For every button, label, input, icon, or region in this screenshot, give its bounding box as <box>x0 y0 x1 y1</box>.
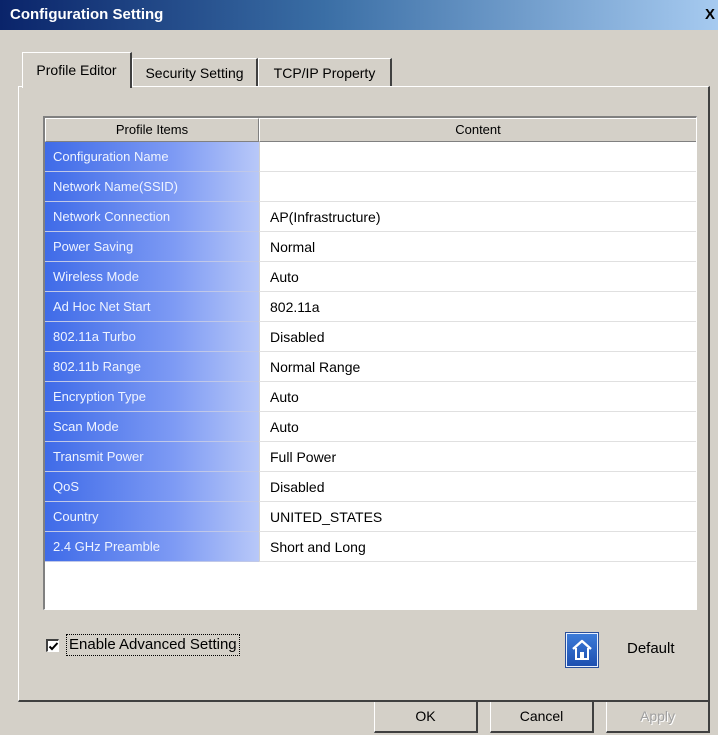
profile-item-cell: Power Saving <box>45 232 259 262</box>
table-row[interactable]: QoS Disabled <box>45 472 696 502</box>
tab-tcpip-property[interactable]: TCP/IP Property <box>258 58 392 86</box>
profile-item-cell: 802.11b Range <box>45 352 259 382</box>
home-icon <box>572 639 592 660</box>
content-cell[interactable]: AP(Infrastructure) <box>259 202 696 232</box>
window-title: Configuration Setting <box>10 6 164 23</box>
content-cell[interactable]: Auto <box>259 382 696 412</box>
column-header-content[interactable]: Content <box>259 118 696 142</box>
enable-advanced-checkbox[interactable] <box>46 639 59 652</box>
profile-item-cell: Wireless Mode <box>45 262 259 292</box>
content-cell[interactable]: Disabled <box>259 322 696 352</box>
table-row[interactable]: Network Connection AP(Infrastructure) <box>45 202 696 232</box>
profile-item-cell: 2.4 GHz Preamble <box>45 532 259 562</box>
table-row[interactable]: Wireless Mode Auto <box>45 262 696 292</box>
profile-item-cell: 802.11a Turbo <box>45 322 259 352</box>
profile-item-cell: Country <box>45 502 259 532</box>
cancel-button[interactable]: Cancel <box>490 701 594 733</box>
profile-item-cell: Ad Hoc Net Start <box>45 292 259 322</box>
content-cell[interactable]: UNITED_STATES <box>259 502 696 532</box>
table-row[interactable]: 802.11b Range Normal Range <box>45 352 696 382</box>
table-row[interactable]: Power Saving Normal <box>45 232 696 262</box>
table-row[interactable]: Network Name(SSID) <box>45 172 696 202</box>
profile-item-cell: Network Connection <box>45 202 259 232</box>
table-row[interactable]: Configuration Name <box>45 142 696 172</box>
ok-button[interactable]: OK <box>374 701 478 733</box>
checkmark-icon <box>48 642 59 651</box>
enable-advanced-label[interactable]: Enable Advanced Setting <box>66 634 240 656</box>
profile-item-cell: Encryption Type <box>45 382 259 412</box>
content-cell[interactable] <box>259 142 696 172</box>
column-header-profile-items[interactable]: Profile Items <box>45 118 259 142</box>
table-row[interactable]: Transmit Power Full Power <box>45 442 696 472</box>
table-row[interactable]: 802.11a Turbo Disabled <box>45 322 696 352</box>
content-cell[interactable]: Auto <box>259 262 696 292</box>
profile-item-cell: Configuration Name <box>45 142 259 172</box>
table-row[interactable]: Ad Hoc Net Start 802.11a <box>45 292 696 322</box>
table-row[interactable]: Scan Mode Auto <box>45 412 696 442</box>
content-cell[interactable]: Disabled <box>259 472 696 502</box>
profile-item-cell: Network Name(SSID) <box>45 172 259 202</box>
tab-profile-editor[interactable]: Profile Editor <box>22 52 132 88</box>
configuration-dialog: Configuration Setting X Profile Editor S… <box>0 0 718 735</box>
profile-item-cell: Transmit Power <box>45 442 259 472</box>
table-row[interactable]: 2.4 GHz Preamble Short and Long <box>45 532 696 562</box>
default-button[interactable] <box>565 632 599 668</box>
default-label: Default <box>627 640 675 657</box>
profile-item-cell: Scan Mode <box>45 412 259 442</box>
content-cell[interactable]: Full Power <box>259 442 696 472</box>
table-row[interactable]: Encryption Type Auto <box>45 382 696 412</box>
title-bar[interactable]: Configuration Setting X <box>0 0 718 30</box>
content-cell[interactable]: Short and Long <box>259 532 696 562</box>
content-cell[interactable]: 802.11a <box>259 292 696 322</box>
profile-item-cell: QoS <box>45 472 259 502</box>
content-cell[interactable]: Normal Range <box>259 352 696 382</box>
content-cell[interactable]: Normal <box>259 232 696 262</box>
content-cell[interactable]: Auto <box>259 412 696 442</box>
table-row[interactable]: Country UNITED_STATES <box>45 502 696 532</box>
apply-button[interactable]: Apply <box>606 701 710 733</box>
profile-table: Profile Items Content Configuration Name… <box>43 116 697 610</box>
content-cell[interactable] <box>259 172 696 202</box>
tab-security-setting[interactable]: Security Setting <box>132 58 258 86</box>
close-button[interactable]: X <box>702 6 718 24</box>
